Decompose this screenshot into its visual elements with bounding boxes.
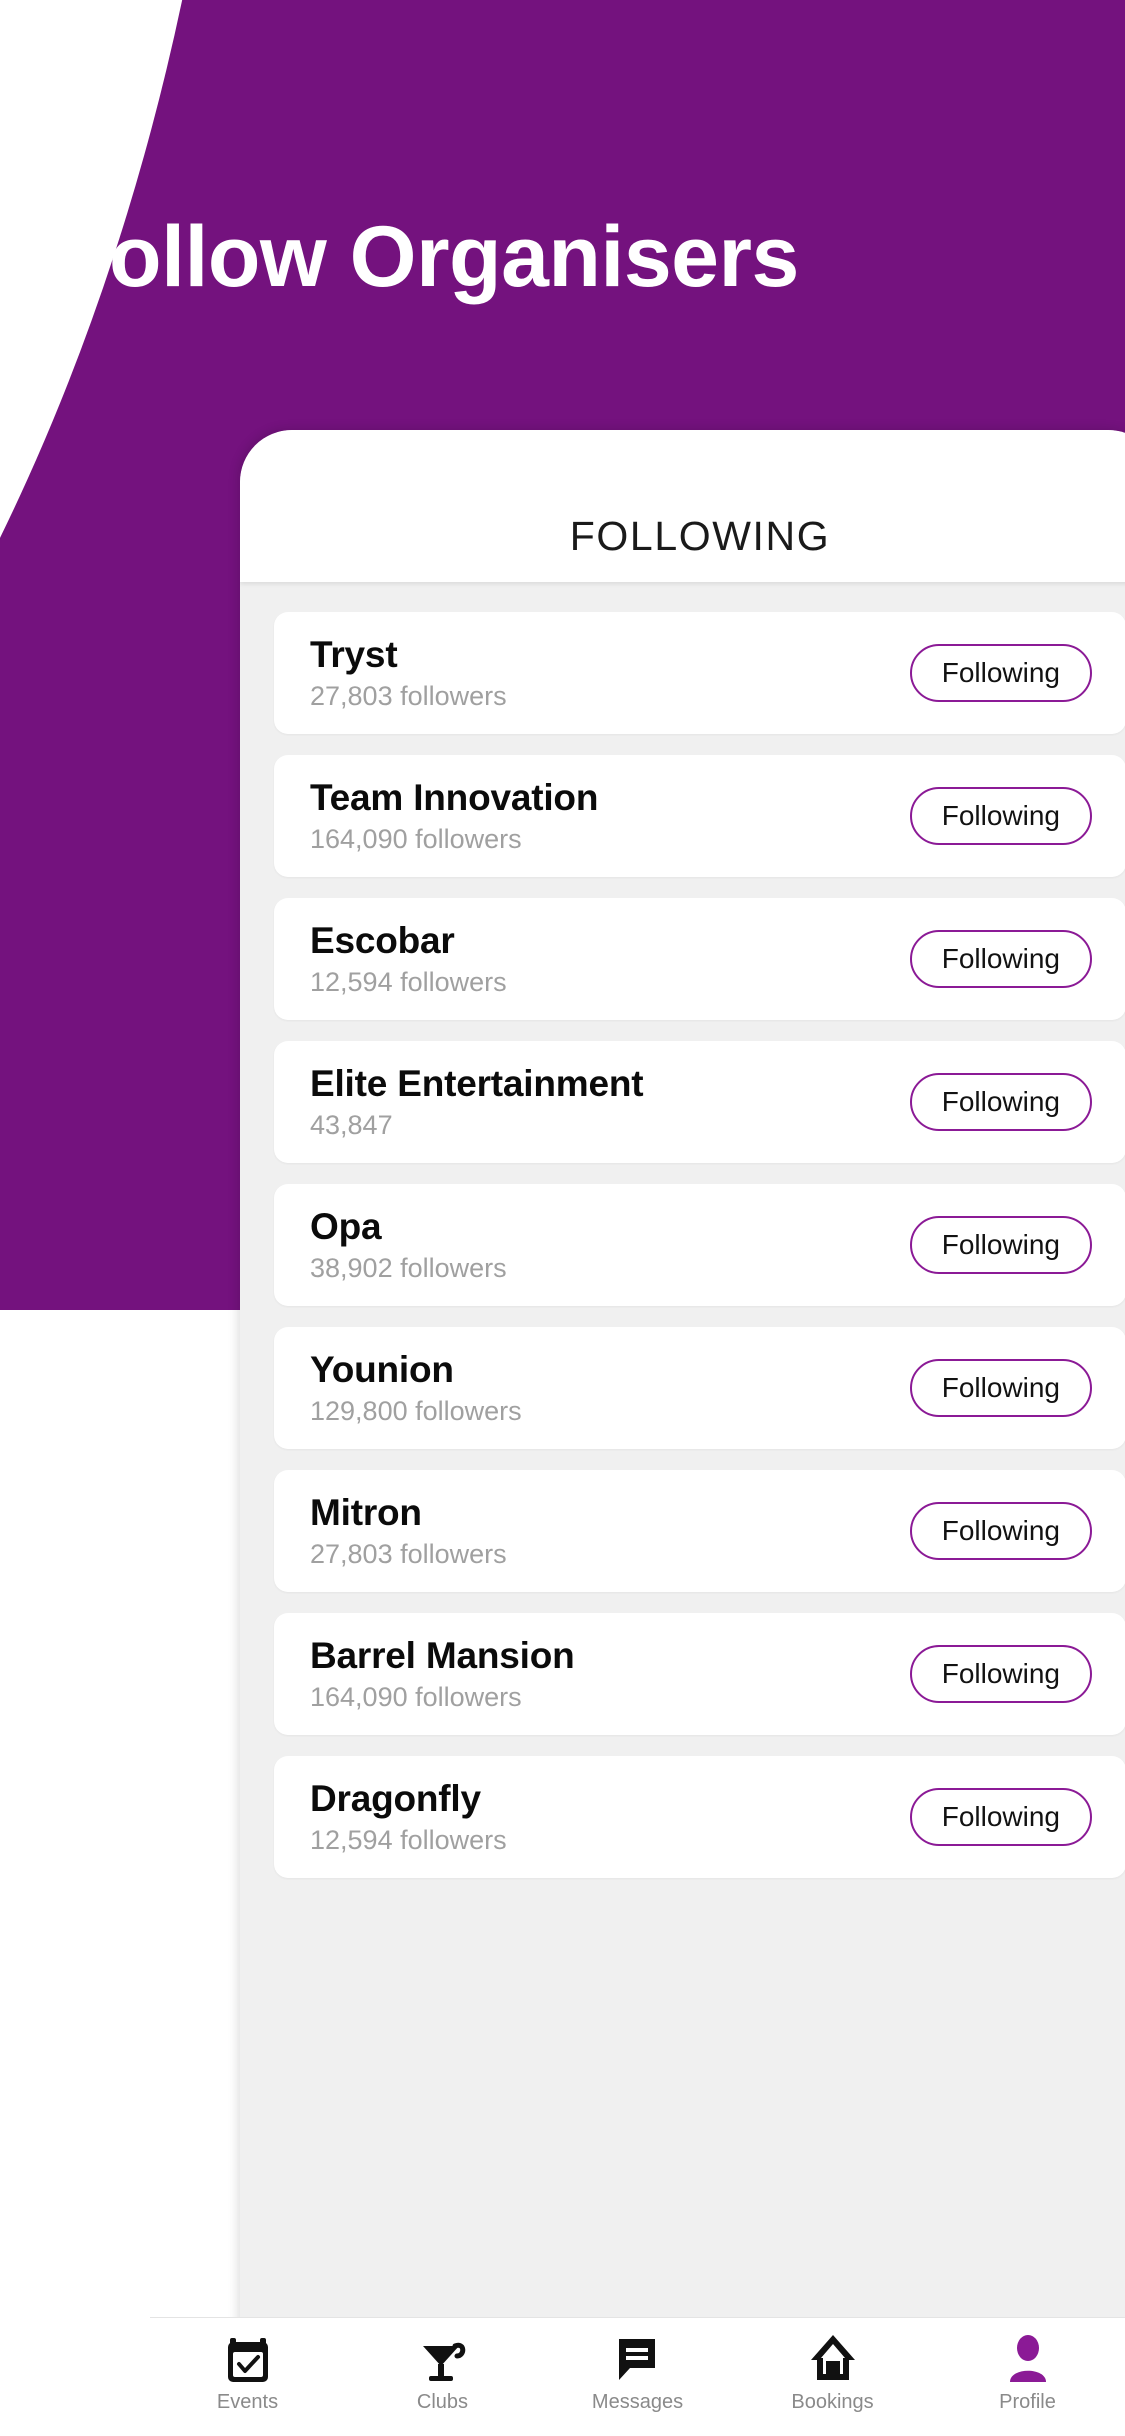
calendar-check-icon	[220, 2330, 276, 2386]
nav-item-clubs[interactable]: Clubs	[345, 2330, 540, 2412]
organiser-name: Tryst	[310, 634, 398, 676]
following-button[interactable]: Following	[909, 1788, 1092, 1846]
organiser-row[interactable]: Dragonfly 12,594 followers Following	[274, 1756, 1125, 1878]
organiser-followers: 27,803 followers	[310, 1538, 507, 1569]
organiser-followers: 12,594 followers	[310, 966, 507, 997]
organiser-row[interactable]: Opa 38,902 followers Following	[274, 1184, 1125, 1306]
nav-item-bookings[interactable]: Bookings	[735, 2330, 930, 2412]
organiser-name: Younion	[310, 1349, 454, 1391]
following-button[interactable]: Following	[909, 930, 1092, 988]
house-icon	[805, 2330, 861, 2386]
organiser-info: Opa 38,902 followers	[310, 1206, 507, 1283]
organiser-info: Dragonfly 12,594 followers	[310, 1778, 507, 1855]
organiser-followers: 38,902 followers	[310, 1252, 507, 1283]
cocktail-glass-icon	[415, 2330, 471, 2386]
phone-mockup: FOLLOWING Tryst 27,803 followers Following…	[240, 430, 1125, 2436]
organiser-name: Mitron	[310, 1492, 422, 1534]
organiser-followers: 12,594 followers	[310, 1824, 507, 1855]
bottom-navigation-bar[interactable]: Events Clubs Messages Bookings Profile	[150, 2317, 1125, 2436]
screen-root: Follow Organisers FOLLOWING Tryst 27,803 …	[0, 0, 1125, 2436]
following-button[interactable]: Following	[909, 1645, 1092, 1703]
organiser-followers: 164,090 followers	[310, 1681, 522, 1712]
organiser-name: Barrel Mansion	[310, 1635, 575, 1677]
organiser-followers: 129,800 followers	[310, 1395, 522, 1426]
following-button[interactable]: Following	[909, 1502, 1092, 1560]
nav-item-events[interactable]: Events	[150, 2330, 345, 2412]
organiser-info: Barrel Mansion 164,090 followers	[310, 1635, 575, 1712]
organiser-info: Team Innovation 164,090 followers	[310, 777, 598, 854]
nav-label-messages: Messages	[591, 2391, 684, 2413]
organiser-row[interactable]: Barrel Mansion 164,090 followers Following	[274, 1613, 1125, 1735]
nav-item-messages[interactable]: Messages	[540, 2330, 735, 2412]
organiser-list[interactable]: Tryst 27,803 followers Following Team Innov…	[240, 582, 1125, 2436]
organiser-info: Younion 129,800 followers	[310, 1349, 522, 1426]
organiser-name: Elite Entertainment	[310, 1063, 644, 1105]
organiser-name: Opa	[310, 1206, 382, 1248]
organiser-followers: 43,847	[310, 1109, 393, 1140]
person-icon	[1000, 2330, 1056, 2386]
page-title: Follow Organisers	[57, 209, 799, 305]
organiser-info: Elite Entertainment 43,847	[310, 1063, 644, 1140]
nav-label-clubs: Clubs	[416, 2391, 469, 2413]
organiser-row[interactable]: Elite Entertainment 43,847 Following	[274, 1041, 1125, 1163]
phone-header: FOLLOWING	[240, 430, 1125, 582]
following-button[interactable]: Following	[909, 1359, 1092, 1417]
organiser-info: Escobar 12,594 followers	[310, 920, 507, 997]
organiser-row[interactable]: Escobar 12,594 followers Following	[274, 898, 1125, 1020]
nav-item-profile[interactable]: Profile	[930, 2330, 1125, 2412]
following-header-title: FOLLOWING	[569, 513, 831, 559]
organiser-name: Team Innovation	[310, 777, 599, 819]
list-top-spacer	[274, 582, 1125, 612]
organiser-followers: 27,803 followers	[310, 680, 507, 711]
following-button[interactable]: Following	[909, 787, 1092, 845]
nav-label-bookings: Bookings	[791, 2391, 874, 2413]
chat-bubble-icon	[610, 2330, 666, 2386]
nav-label-events: Events	[216, 2391, 279, 2413]
organiser-name: Dragonfly	[310, 1778, 481, 1820]
organiser-row[interactable]: Tryst 27,803 followers Following	[274, 612, 1125, 734]
organiser-followers: 164,090 followers	[310, 823, 522, 854]
organiser-name: Escobar	[310, 920, 455, 962]
following-button[interactable]: Following	[909, 644, 1092, 702]
organiser-info: Tryst 27,803 followers	[310, 634, 507, 711]
organiser-info: Mitron 27,803 followers	[310, 1492, 507, 1569]
following-button[interactable]: Following	[909, 1073, 1092, 1131]
nav-label-profile: Profile	[999, 2391, 1056, 2413]
following-button[interactable]: Following	[909, 1216, 1092, 1274]
organiser-row[interactable]: Younion 129,800 followers Following	[274, 1327, 1125, 1449]
organiser-row[interactable]: Mitron 27,803 followers Following	[274, 1470, 1125, 1592]
organiser-row[interactable]: Team Innovation 164,090 followers Followin…	[274, 755, 1125, 877]
